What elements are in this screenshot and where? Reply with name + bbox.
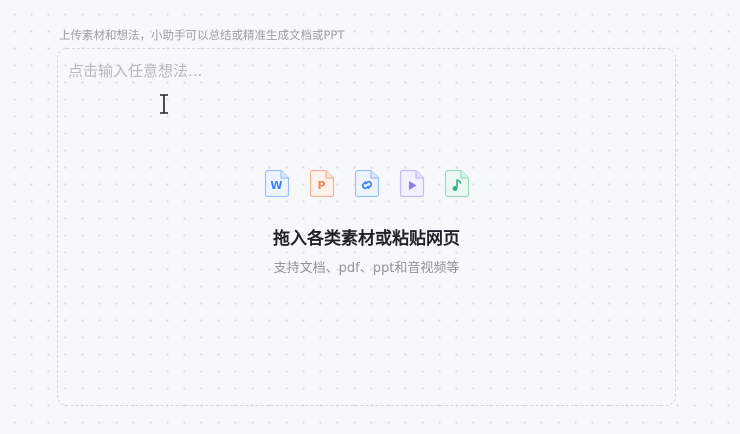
dropzone-subtitle: 支持文档、pdf、ppt和音视频等 <box>273 261 460 276</box>
composer-hint: 上传素材和想法，小助手可以总结或精准生成文档或PPT <box>59 28 345 42</box>
svg-text:P: P <box>317 179 325 192</box>
ppt-icon: P <box>309 169 335 198</box>
audio-icon <box>444 169 470 198</box>
text-cursor-icon <box>160 94 168 114</box>
idea-input[interactable] <box>68 59 658 83</box>
word-doc-icon: W <box>264 169 290 198</box>
upload-dropzone[interactable]: W P 拖入各 <box>57 48 676 406</box>
link-icon <box>354 169 380 198</box>
file-type-icons: W P <box>264 169 470 198</box>
video-icon <box>399 169 425 198</box>
dropzone-title: 拖入各类素材或粘贴网页 <box>273 229 460 249</box>
svg-text:W: W <box>270 179 282 192</box>
